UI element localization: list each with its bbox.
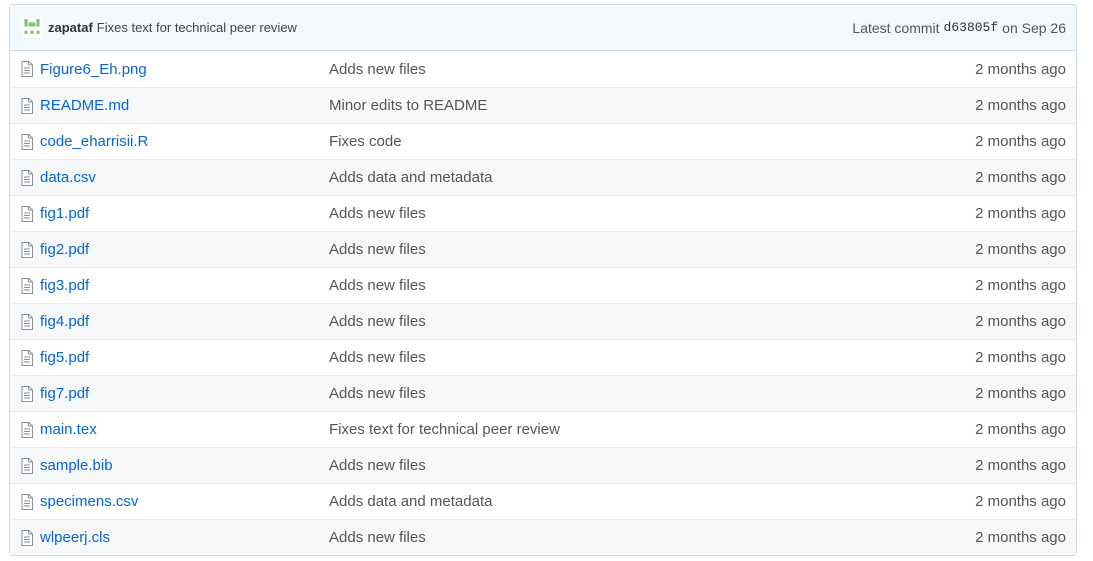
file-icon bbox=[21, 61, 33, 77]
file-age: 2 months ago bbox=[975, 385, 1066, 402]
file-name-link[interactable]: fig2.pdf bbox=[40, 241, 329, 258]
file-age: 2 months ago bbox=[975, 457, 1066, 474]
file-age: 2 months ago bbox=[975, 529, 1066, 546]
file-row: fig1.pdf Adds new files 2 months ago bbox=[10, 195, 1076, 231]
file-row: wlpeerj.cls Adds new files 2 months ago bbox=[10, 519, 1076, 555]
file-row: sample.bib Adds new files 2 months ago bbox=[10, 447, 1076, 483]
file-icon bbox=[21, 241, 33, 258]
file-age: 2 months ago bbox=[975, 493, 1066, 510]
file-row: code_eharrisii.R Fixes code 2 months ago bbox=[10, 123, 1076, 159]
file-icon bbox=[21, 133, 33, 150]
file-name-link[interactable]: Figure6_Eh.png bbox=[40, 61, 329, 78]
file-icon bbox=[21, 205, 33, 222]
commit-message[interactable]: Fixes text for technical peer review bbox=[97, 20, 297, 35]
avatar[interactable] bbox=[22, 17, 42, 38]
file-age: 2 months ago bbox=[975, 133, 1066, 150]
file-name-link[interactable]: fig7.pdf bbox=[40, 385, 329, 402]
file-row: data.csv Adds data and metadata 2 months a… bbox=[10, 159, 1076, 195]
commit-sha-link[interactable]: d63805f bbox=[944, 20, 999, 35]
file-icon bbox=[21, 457, 33, 474]
file-row: fig7.pdf Adds new files 2 months ago bbox=[10, 375, 1076, 411]
file-age: 2 months ago bbox=[975, 421, 1066, 438]
file-row: fig5.pdf Adds new files 2 months ago bbox=[10, 339, 1076, 375]
file-row: fig2.pdf Adds new files 2 months ago bbox=[10, 231, 1076, 267]
file-name-link[interactable]: sample.bib bbox=[40, 457, 329, 474]
file-name-link[interactable]: data.csv bbox=[40, 169, 329, 186]
commit-author[interactable]: zapataf bbox=[48, 20, 93, 35]
file-commit-message[interactable]: Adds new files bbox=[329, 61, 975, 78]
file-row: fig3.pdf Adds new files 2 months ago bbox=[10, 267, 1076, 303]
file-row: README.md Minor edits to README 2 months a… bbox=[10, 87, 1076, 123]
file-commit-message[interactable]: Adds new files bbox=[329, 385, 975, 402]
file-icon bbox=[21, 277, 33, 294]
file-row: fig4.pdf Adds new files 2 months ago bbox=[10, 303, 1076, 339]
file-age: 2 months ago bbox=[975, 277, 1066, 294]
file-icon bbox=[21, 97, 33, 114]
file-name-link[interactable]: main.tex bbox=[40, 421, 329, 438]
file-icon bbox=[21, 529, 33, 546]
file-icon bbox=[21, 313, 33, 330]
file-list: Figure6_Eh.png Adds new files 2 months ago… bbox=[10, 51, 1076, 555]
file-name-link[interactable]: wlpeerj.cls bbox=[40, 529, 329, 546]
file-commit-message[interactable]: Fixes text for technical peer review bbox=[329, 421, 975, 438]
file-commit-message[interactable]: Adds new files bbox=[329, 457, 975, 474]
file-commit-message[interactable]: Fixes code bbox=[329, 133, 975, 150]
latest-commit-info: Latest commit d63805f on Sep 26 bbox=[852, 20, 1066, 36]
file-row: Figure6_Eh.png Adds new files 2 months ago bbox=[10, 51, 1076, 87]
file-icon bbox=[21, 493, 33, 510]
file-icon bbox=[21, 349, 33, 366]
file-icon bbox=[21, 385, 33, 402]
file-commit-message[interactable]: Adds new files bbox=[329, 529, 975, 546]
file-browser: zapataf Fixes text for technical peer re… bbox=[9, 4, 1077, 556]
file-icon bbox=[21, 169, 33, 186]
file-commit-message[interactable]: Adds data and metadata bbox=[329, 169, 975, 186]
file-name-link[interactable]: specimens.csv bbox=[40, 493, 329, 510]
file-row: specimens.csv Adds data and metadata 2 mon… bbox=[10, 483, 1076, 519]
file-age: 2 months ago bbox=[975, 97, 1066, 114]
file-icon bbox=[21, 421, 33, 438]
file-name-link[interactable]: fig1.pdf bbox=[40, 205, 329, 222]
file-age: 2 months ago bbox=[975, 241, 1066, 258]
file-age: 2 months ago bbox=[975, 60, 1066, 78]
latest-commit-label: Latest commit bbox=[852, 19, 940, 36]
file-name-link[interactable]: README.md bbox=[40, 97, 329, 114]
file-age: 2 months ago bbox=[975, 349, 1066, 366]
file-commit-message[interactable]: Adds new files bbox=[329, 349, 975, 366]
file-commit-message[interactable]: Adds new files bbox=[329, 313, 975, 330]
file-commit-message[interactable]: Adds new files bbox=[329, 241, 975, 258]
file-commit-message[interactable]: Adds new files bbox=[329, 205, 975, 222]
file-name-link[interactable]: fig4.pdf bbox=[40, 313, 329, 330]
file-commit-message[interactable]: Adds new files bbox=[329, 277, 975, 294]
file-commit-message[interactable]: Minor edits to README bbox=[329, 97, 975, 114]
file-age: 2 months ago bbox=[975, 205, 1066, 222]
commit-date: on Sep 26 bbox=[1002, 19, 1066, 36]
file-age: 2 months ago bbox=[975, 169, 1066, 186]
file-age: 2 months ago bbox=[975, 313, 1066, 330]
file-name-link[interactable]: fig3.pdf bbox=[40, 277, 329, 294]
file-name-link[interactable]: code_eharrisii.R bbox=[40, 133, 329, 150]
file-name-link[interactable]: fig5.pdf bbox=[40, 349, 329, 366]
latest-commit-bar: zapataf Fixes text for technical peer re… bbox=[10, 5, 1076, 51]
file-row: main.tex Fixes text for technical peer re… bbox=[10, 411, 1076, 447]
file-commit-message[interactable]: Adds data and metadata bbox=[329, 493, 975, 510]
